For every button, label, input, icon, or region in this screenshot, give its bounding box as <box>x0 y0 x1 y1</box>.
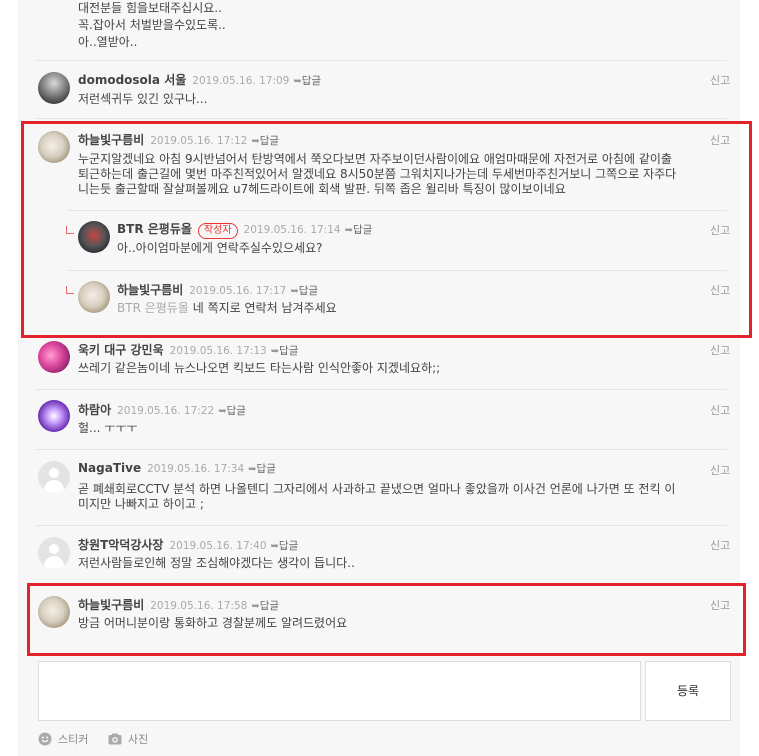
avatar[interactable] <box>38 341 70 373</box>
comment-text-line: 쓰레기 같은놈이네 뉴스나오면 킥보드 타는사람 인식안좋아 지겠네요하;; <box>78 361 441 375</box>
comment-text-line: 저런섹귀두 있긴 있구나... <box>78 92 208 106</box>
comment-meta: NagaTive 2019.05.16. 17:34 ➥답글 <box>78 461 276 476</box>
comment-date: 2019.05.16. 17:34 <box>147 463 245 475</box>
reply-label: 답글 <box>256 463 276 475</box>
sticker-label: 스티커 <box>58 733 89 746</box>
reply-arrow-icon: ➥ <box>218 406 227 417</box>
avatar[interactable] <box>38 400 70 432</box>
avatar[interactable] <box>38 461 70 493</box>
comment-meta: 하람아 2019.05.16. 17:22 ➥답글 <box>78 401 246 418</box>
highlight-box <box>21 121 752 338</box>
comment-author[interactable]: 하람아 <box>78 403 111 417</box>
reply-button[interactable]: ➥답글 <box>248 463 276 475</box>
comment-date: 2019.05.16. 17:09 <box>192 75 290 87</box>
reply-button[interactable]: ➥답글 <box>271 345 299 357</box>
comment-text-line: 대전분들 힘을보태주십시요.. <box>78 1 222 15</box>
reply-button[interactable]: ➥답글 <box>271 540 299 552</box>
reply-label: 답글 <box>279 345 299 357</box>
comment-author[interactable]: domodosola 서울 <box>78 73 186 87</box>
divider <box>36 449 727 450</box>
report-link[interactable]: 신고 <box>710 402 730 418</box>
photo-label: 사진 <box>128 733 149 746</box>
report-link[interactable]: 신고 <box>710 537 730 553</box>
comment-date: 2019.05.16. 17:40 <box>169 540 267 552</box>
avatar[interactable] <box>38 72 70 104</box>
comment-text-line: 저런사람들로인해 정말 조심해야겠다는 생각이 듭니다.. <box>78 556 355 570</box>
reply-arrow-icon: ➥ <box>248 464 257 475</box>
comment-meta: 욱키 대구 강민욱 2019.05.16. 17:13 ➥답글 <box>78 341 298 358</box>
reply-arrow-icon: ➥ <box>293 76 302 87</box>
comment-text-line: 헐... ㅜㅜㅜ <box>78 421 138 435</box>
comment-text-line: 아..열받아.. <box>78 35 138 49</box>
reply-button[interactable]: ➥답글 <box>218 405 246 417</box>
divider <box>36 389 727 390</box>
camera-icon <box>108 733 122 745</box>
sticker-icon <box>38 732 52 746</box>
reply-label: 답글 <box>278 540 299 552</box>
comment-text-line: 꼭.잡아서 처벌받을수있도록.. <box>78 18 226 32</box>
submit-button[interactable]: 등록 <box>645 661 731 721</box>
comment-meta: domodosola 서울 2019.05.16. 17:09 ➥답글 <box>78 71 321 88</box>
comment-date: 2019.05.16. 17:13 <box>169 345 267 357</box>
avatar[interactable] <box>38 537 70 569</box>
divider <box>36 118 727 119</box>
reply-button[interactable]: ➥답글 <box>293 75 321 87</box>
reply-label: 답글 <box>301 75 322 87</box>
divider <box>36 60 727 61</box>
comment-date: 2019.05.16. 17:22 <box>117 405 215 417</box>
comment-text-line: 미지만 나빠지고 하이고 ; <box>78 497 204 511</box>
comment-author[interactable]: 창원T악덕강사장 <box>78 538 163 552</box>
sticker-button[interactable]: 스티커 <box>38 731 88 747</box>
report-link[interactable]: 신고 <box>710 72 730 88</box>
reply-label: 답글 <box>226 405 246 417</box>
comment-author[interactable]: NagaTive <box>78 461 141 475</box>
reply-arrow-icon: ➥ <box>270 541 279 552</box>
comment-meta: 창원T악덕강사장 2019.05.16. 17:40 ➥답글 <box>78 536 298 553</box>
report-link[interactable]: 신고 <box>710 462 730 478</box>
report-link[interactable]: 신고 <box>710 342 730 358</box>
photo-button[interactable]: 사진 <box>108 731 148 747</box>
highlight-box <box>27 583 746 656</box>
divider <box>36 525 727 526</box>
comment-input[interactable] <box>38 661 641 721</box>
reply-arrow-icon: ➥ <box>270 346 280 357</box>
comment-author[interactable]: 욱키 대구 강민욱 <box>78 343 164 357</box>
